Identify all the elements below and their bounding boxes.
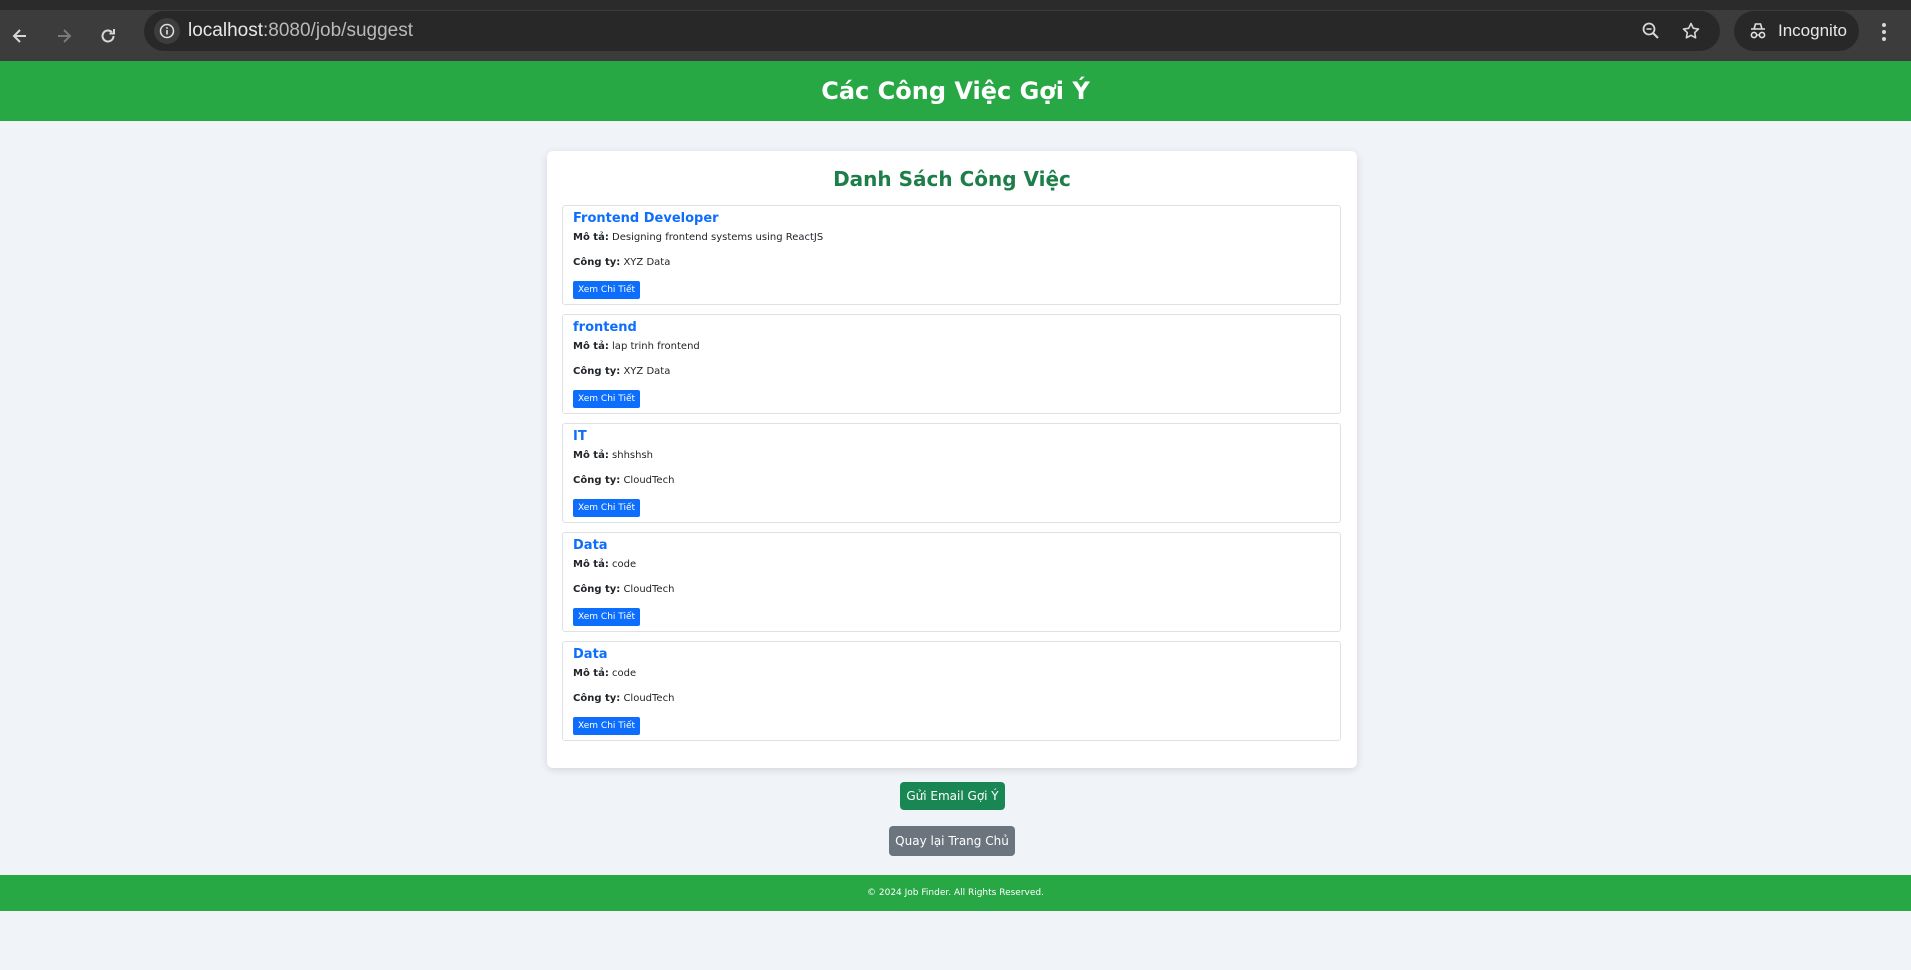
tab-strip <box>0 0 1911 10</box>
job-description: Mô tả: shhshsh <box>573 449 1330 463</box>
menu-icon <box>1882 23 1886 27</box>
incognito-label: Incognito <box>1778 21 1847 40</box>
menu-icon-dot <box>1882 37 1886 41</box>
company-label: Công ty: <box>573 366 621 377</box>
description-label: Mô tả: <box>573 559 609 570</box>
company-value: CloudTech <box>623 475 675 486</box>
incognito-indicator[interactable]: Incognito <box>1734 11 1859 51</box>
job-list: Frontend Developer Mô tả: Designing fron… <box>562 205 1341 750</box>
menu-icon-dot <box>1882 30 1886 34</box>
company-label: Công ty: <box>573 475 621 486</box>
info-icon <box>159 23 175 39</box>
page-header: Các Công Việc Gợi Ý <box>0 61 1911 121</box>
job-title-link[interactable]: Frontend Developer <box>573 210 1330 228</box>
description-value: lap trinh frontend <box>612 341 700 352</box>
url-text[interactable]: localhost:8080/job/suggest <box>188 11 413 51</box>
view-detail-button[interactable]: Xem Chi Tiết <box>573 281 641 299</box>
job-item: IT Mô tả: shhshsh Công ty: CloudTech Xem… <box>562 423 1341 523</box>
page-title: Các Công Việc Gợi Ý <box>821 77 1090 105</box>
incognito-icon <box>1750 23 1766 39</box>
reload-button[interactable] <box>96 24 120 48</box>
url-host: localhost <box>188 20 263 41</box>
job-description: Mô tả: code <box>573 558 1330 572</box>
job-title-link[interactable]: Data <box>573 537 1330 555</box>
company-value: XYZ Data <box>623 257 671 268</box>
description-label: Mô tả: <box>573 232 609 243</box>
company-label: Công ty: <box>573 257 621 268</box>
job-company: Công ty: CloudTech <box>573 583 1330 597</box>
reload-icon <box>101 29 115 43</box>
description-value: code <box>612 668 637 679</box>
description-value: Designing frontend systems using ReactJS <box>612 232 824 243</box>
back-button[interactable] <box>8 24 32 48</box>
description-label: Mô tả: <box>573 668 609 679</box>
job-title-link[interactable]: IT <box>573 428 1330 446</box>
back-icon <box>12 29 26 43</box>
company-label: Công ty: <box>573 584 621 595</box>
forward-icon <box>58 29 72 43</box>
company-value: XYZ Data <box>623 366 671 377</box>
job-item: Frontend Developer Mô tả: Designing fron… <box>562 205 1341 305</box>
browser-toolbar: localhost:8080/job/suggest Incognito <box>0 10 1911 61</box>
job-description: Mô tả: code <box>573 667 1330 681</box>
job-description: Mô tả: lap trinh frontend <box>573 340 1330 354</box>
job-item: frontend Mô tả: lap trinh frontend Công … <box>562 314 1341 414</box>
job-list-title: Danh Sách Công Việc <box>833 167 1071 191</box>
view-detail-button[interactable]: Xem Chi Tiết <box>573 390 641 408</box>
view-detail-button[interactable]: Xem Chi Tiết <box>573 608 641 626</box>
job-title-link[interactable]: Data <box>573 646 1330 664</box>
job-company: Công ty: XYZ Data <box>573 365 1330 379</box>
company-value: CloudTech <box>623 693 675 704</box>
job-item: Data Mô tả: code Công ty: CloudTech Xem … <box>562 532 1341 632</box>
star-icon[interactable] <box>1681 21 1701 41</box>
description-value: shhshsh <box>612 450 654 461</box>
site-info-button[interactable] <box>154 18 180 44</box>
description-value: code <box>612 559 637 570</box>
back-home-button[interactable]: Quay lại Trang Chủ <box>889 826 1015 856</box>
browser-chrome: localhost:8080/job/suggest Incognito <box>0 0 1911 61</box>
zoom-icon[interactable] <box>1641 21 1661 41</box>
company-label: Công ty: <box>573 693 621 704</box>
job-item: Data Mô tả: code Công ty: CloudTech Xem … <box>562 641 1341 741</box>
copyright-text: © 2024 Job Finder. All Rights Reserved. <box>867 888 1044 898</box>
job-description: Mô tả: Designing frontend systems using … <box>573 231 1330 245</box>
company-value: CloudTech <box>623 584 675 595</box>
job-list-card: Danh Sách Công Việc Frontend Developer M… <box>547 151 1357 768</box>
view-detail-button[interactable]: Xem Chi Tiết <box>573 499 641 517</box>
send-email-button[interactable]: Gửi Email Gợi Ý <box>900 782 1005 810</box>
view-detail-button[interactable]: Xem Chi Tiết <box>573 717 641 735</box>
forward-button[interactable] <box>52 24 76 48</box>
page-footer: © 2024 Job Finder. All Rights Reserved. <box>0 875 1911 911</box>
browser-menu-button[interactable] <box>1874 20 1894 44</box>
description-label: Mô tả: <box>573 341 609 352</box>
description-label: Mô tả: <box>573 450 609 461</box>
job-title-link[interactable]: frontend <box>573 319 1330 337</box>
job-company: Công ty: CloudTech <box>573 474 1330 488</box>
job-company: Công ty: CloudTech <box>573 692 1330 706</box>
job-company: Công ty: XYZ Data <box>573 256 1330 270</box>
address-bar[interactable]: localhost:8080/job/suggest <box>144 11 1720 51</box>
url-path: :8080/job/suggest <box>263 20 414 41</box>
